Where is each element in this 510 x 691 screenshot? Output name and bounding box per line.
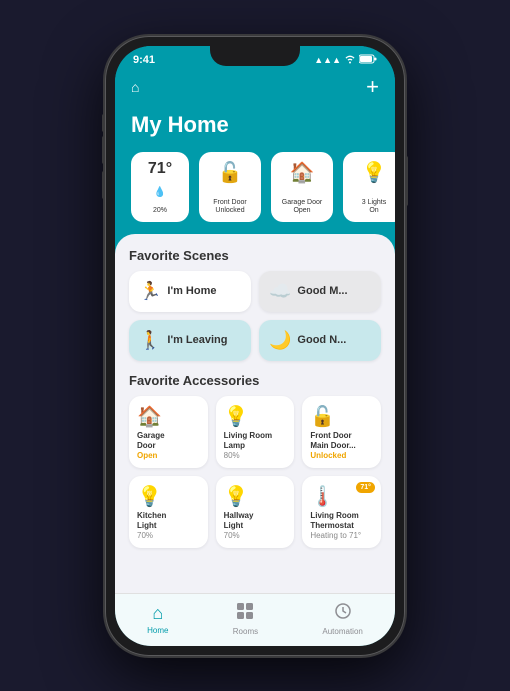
hallway-light-name: HallwayLight — [224, 511, 287, 530]
good-night-icon: 🌙 — [269, 330, 291, 351]
mute-button — [102, 114, 105, 132]
scene-im-home[interactable]: 🏃 I'm Home — [129, 271, 251, 312]
living-lamp-icon: 💡 — [224, 404, 287, 429]
app-header: ⌂ + — [115, 70, 395, 112]
garage-door-label: Garage DoorOpen — [282, 199, 322, 216]
thermostat-status: Heating to 71° — [310, 531, 373, 540]
good-morning-label: Good M... — [297, 285, 347, 297]
screen-content: 9:41 ▲▲▲ — [115, 46, 395, 646]
weather-tile[interactable]: 71° 💧 20% — [131, 152, 189, 222]
front-door-lock-name: Front DoorMain Door... — [310, 431, 373, 450]
weather-temp: 71° — [148, 160, 172, 178]
scenes-section-title: Favorite Scenes — [129, 248, 381, 263]
im-home-label: I'm Home — [167, 285, 216, 297]
tab-automation[interactable]: Automation — [322, 602, 362, 636]
header-left: ⌂ — [131, 79, 139, 95]
lights-icon: 💡 — [362, 160, 387, 185]
scene-im-leaving[interactable]: 🚶 I'm Leaving — [129, 320, 251, 361]
notch — [210, 46, 300, 66]
accessory-kitchen-light[interactable]: 💡 KitchenLight 70% — [129, 476, 208, 548]
page-title: My Home — [131, 112, 229, 137]
living-lamp-name: Living RoomLamp — [224, 431, 287, 450]
thermostat-name: Living RoomThermostat — [310, 511, 373, 530]
phone-screen: 9:41 ▲▲▲ — [115, 46, 395, 646]
status-time: 9:41 — [133, 54, 155, 66]
main-content: Favorite Scenes 🏃 I'm Home ☁️ Good M... … — [115, 234, 395, 593]
rooms-tab-label: Rooms — [233, 627, 258, 636]
im-home-icon: 🏃 — [139, 281, 161, 302]
automation-tab-icon — [334, 602, 352, 625]
garage-door-acc-name: GarageDoor — [137, 431, 200, 450]
front-door-icon: 🔓 — [218, 160, 243, 185]
automation-tab-label: Automation — [322, 627, 362, 636]
battery-icon — [359, 54, 377, 66]
living-lamp-status: 80% — [224, 451, 287, 460]
kitchen-light-status: 70% — [137, 531, 200, 540]
good-night-label: Good N... — [297, 334, 346, 346]
front-door-lock-icon: 🔓 — [310, 404, 373, 429]
vol-up-button — [102, 136, 105, 164]
kitchen-light-name: KitchenLight — [137, 511, 200, 530]
accessory-thermostat[interactable]: 71° 🌡️ Living RoomThermostat Heating to … — [302, 476, 381, 548]
garage-door-icon: 🏠 — [290, 160, 315, 185]
garage-door-tile[interactable]: 🏠 Garage DoorOpen — [271, 152, 333, 222]
accessories-grid: 🏠 GarageDoor Open 💡 Living RoomLamp 80% — [129, 396, 381, 548]
front-door-label: Front DoorUnlocked — [213, 199, 246, 216]
garage-door-acc-status: Open — [137, 451, 200, 460]
home-tab-icon: ⌂ — [152, 603, 163, 624]
good-morning-icon: ☁️ — [269, 281, 291, 302]
thermostat-badge: 71° — [356, 482, 375, 493]
accessory-living-lamp[interactable]: 💡 Living RoomLamp 80% — [216, 396, 295, 468]
accessory-garage-door[interactable]: 🏠 GarageDoor Open — [129, 396, 208, 468]
side-button — [405, 156, 408, 206]
rooms-tab-icon — [236, 602, 254, 625]
home-tab-label: Home — [147, 626, 168, 635]
accessories-section-title: Favorite Accessories — [129, 373, 381, 388]
front-door-tile[interactable]: 🔓 Front DoorUnlocked — [199, 152, 261, 222]
garage-door-acc-icon: 🏠 — [137, 404, 200, 429]
add-button[interactable]: + — [366, 74, 379, 100]
hallway-light-status: 70% — [224, 531, 287, 540]
hallway-light-icon: 💡 — [224, 484, 287, 509]
home-header-icon: ⌂ — [131, 79, 139, 95]
wifi-icon — [344, 54, 356, 66]
lights-tile[interactable]: 💡 3 LightsOn — [343, 152, 395, 222]
tab-bar: ⌂ Home Rooms — [115, 593, 395, 646]
phone-frame: 9:41 ▲▲▲ — [105, 36, 405, 656]
accessory-front-door-lock[interactable]: 🔓 Front DoorMain Door... Unlocked — [302, 396, 381, 468]
front-door-lock-status: Unlocked — [310, 451, 373, 460]
signal-icon: ▲▲▲ — [314, 55, 341, 65]
accessory-hallway-light[interactable]: 💡 HallwayLight 70% — [216, 476, 295, 548]
tab-rooms[interactable]: Rooms — [233, 602, 258, 636]
weather-humidity: 20% — [153, 207, 167, 215]
vol-down-button — [102, 171, 105, 199]
devices-row: 71° 💧 20% 🔓 Front DoorUnlocked 🏠 Garage … — [115, 148, 395, 234]
lights-label: 3 LightsOn — [362, 199, 387, 216]
scenes-grid: 🏃 I'm Home ☁️ Good M... 🚶 I'm Leaving 🌙 … — [129, 271, 381, 361]
im-leaving-label: I'm Leaving — [167, 334, 227, 346]
im-leaving-icon: 🚶 — [139, 330, 161, 351]
tab-home[interactable]: ⌂ Home — [147, 603, 168, 635]
status-icons: ▲▲▲ — [314, 54, 377, 66]
kitchen-light-icon: 💡 — [137, 484, 200, 509]
scene-good-morning[interactable]: ☁️ Good M... — [259, 271, 381, 312]
scene-good-night[interactable]: 🌙 Good N... — [259, 320, 381, 361]
